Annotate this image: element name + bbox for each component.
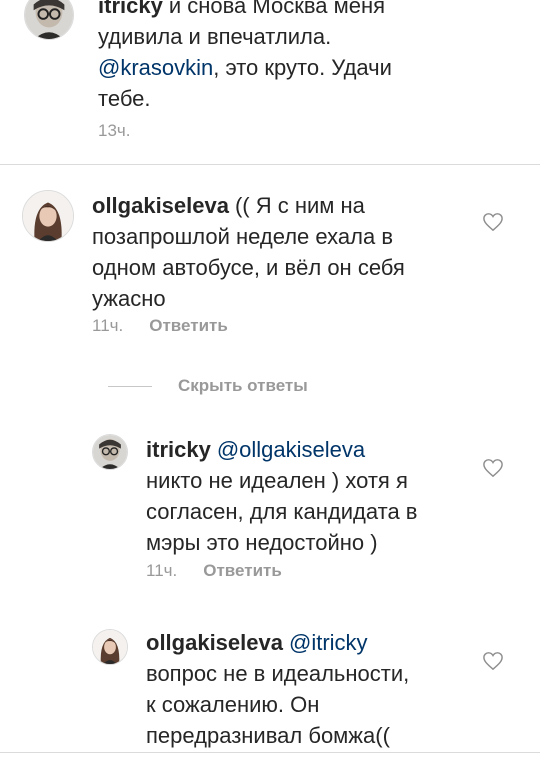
hide-replies-line xyxy=(108,385,152,387)
avatar-itricky[interactable] xyxy=(92,434,128,470)
heart-icon[interactable] xyxy=(482,651,504,671)
avatar-itricky[interactable] xyxy=(24,0,74,40)
heart-icon[interactable] xyxy=(482,212,504,232)
comment-username[interactable]: itricky xyxy=(98,0,163,18)
reply-username[interactable]: itricky xyxy=(146,437,211,462)
mention-link[interactable]: @ollgakiseleva xyxy=(217,437,365,462)
reply-button[interactable]: Ответить xyxy=(203,561,282,580)
reply-text: itricky @ollgakiseleva никто не идеален )… xyxy=(146,437,418,555)
hide-replies-label: Скрыть ответы xyxy=(178,376,308,395)
comment-meta: 13ч. xyxy=(98,121,157,141)
reply-button[interactable]: Ответить xyxy=(149,316,228,335)
comment-time: 11ч. xyxy=(92,316,124,335)
comment-meta: 11ч. Ответить xyxy=(92,316,228,336)
reply-meta: 11ч. Ответить xyxy=(146,561,282,581)
reply-username[interactable]: ollgakiseleva xyxy=(146,630,283,655)
avatar-ollgakiseleva[interactable] xyxy=(92,629,128,665)
divider xyxy=(0,752,540,753)
comment-time: 13ч. xyxy=(98,121,131,140)
hide-replies-button[interactable]: Скрыть ответы xyxy=(108,376,308,398)
reply-text: ollgakiseleva @itricky вопрос не в идеаль… xyxy=(146,630,410,748)
mention-link[interactable]: @itricky xyxy=(289,630,368,655)
reply-time: 11ч. xyxy=(146,561,178,580)
heart-icon[interactable] xyxy=(482,458,504,478)
mention-link[interactable]: @krasovkin xyxy=(98,55,213,80)
comment-text: itricky и снова Москва меня удивила и впе… xyxy=(98,0,498,114)
comment-text: ollgakiseleva(( Я с ним на позапрошлой н… xyxy=(92,193,405,311)
divider xyxy=(0,164,540,165)
avatar-ollgakiseleva[interactable] xyxy=(22,190,74,242)
comment-username[interactable]: ollgakiseleva xyxy=(92,193,229,218)
